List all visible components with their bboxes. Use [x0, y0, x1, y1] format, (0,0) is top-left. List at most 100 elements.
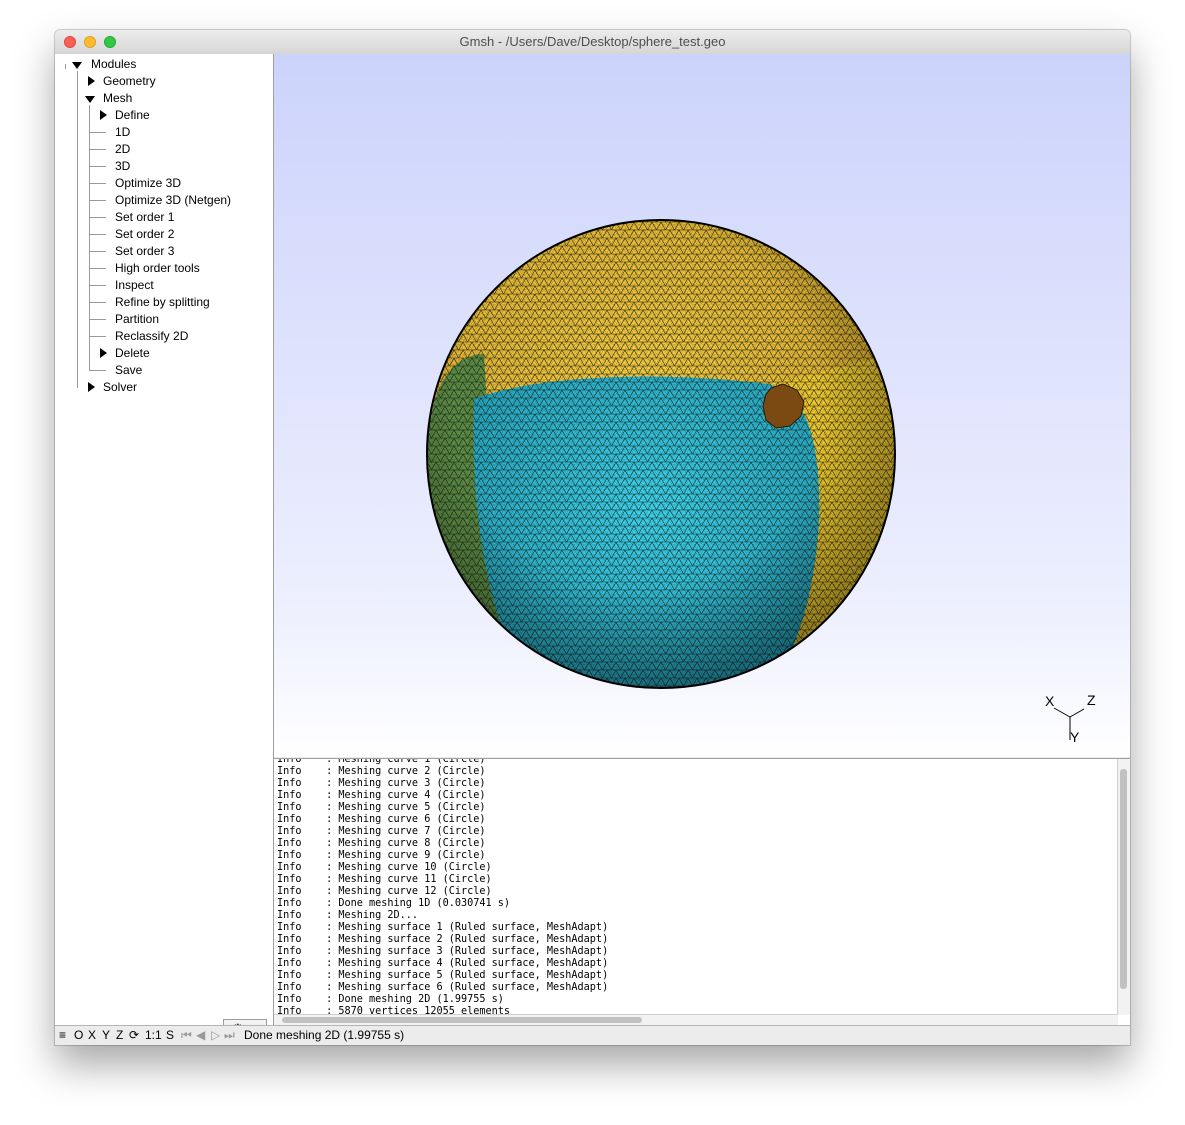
tree-line: [90, 268, 106, 269]
last-frame-icon[interactable]: ⏭: [224, 1026, 235, 1045]
view-y-button[interactable]: Y: [102, 1026, 110, 1045]
status-message: Done meshing 2D (1.99755 s): [244, 1028, 405, 1042]
tree-item-partition[interactable]: Partition: [55, 311, 265, 328]
tree-item-label: Refine by splitting: [115, 295, 210, 309]
axes-gizmo: X Z Y: [1045, 692, 1096, 745]
tree-item-define[interactable]: Define: [55, 107, 265, 124]
tree-item-label: 1D: [115, 125, 131, 139]
tree-item-solver[interactable]: Solver: [55, 379, 255, 396]
scroll-thumb[interactable]: [1120, 769, 1127, 989]
tree-item-optimize-3d-netgen[interactable]: Optimize 3D (Netgen): [55, 192, 265, 209]
sphere-mesh-render: X Z Y: [426, 219, 1096, 745]
console-line: Info : Meshing surface 3 (Ruled surface,…: [277, 946, 609, 957]
tree-line: [90, 200, 106, 201]
tree-item-geometry[interactable]: Geometry: [55, 73, 255, 90]
module-tree: Modules Geometry Mesh Define 1D 2D 3D Op…: [55, 54, 274, 1039]
message-console[interactable]: Info : Meshing curve 1 (Circle) Info : Me…: [274, 758, 1130, 1025]
tree-item-set-order-3[interactable]: Set order 3: [55, 243, 265, 260]
collapse-arrow-icon: [72, 62, 82, 69]
view-x-button[interactable]: X: [88, 1026, 96, 1045]
status-bar: ≡ O X Y Z ⟳ 1:1 S ⏮ ◀ ▷ ⏭ Done meshing 2…: [55, 1025, 1130, 1045]
graphics-viewport[interactable]: X Z Y: [274, 54, 1130, 757]
console-line: Info : Meshing curve 7 (Circle): [277, 826, 486, 837]
tree-item-reclassify-2d[interactable]: Reclassify 2D: [55, 328, 265, 345]
tree-item-set-order-2[interactable]: Set order 2: [55, 226, 265, 243]
tree-line: [90, 234, 106, 235]
prev-frame-icon[interactable]: ◀: [196, 1026, 205, 1045]
scale-1-1-button[interactable]: 1:1: [145, 1026, 162, 1045]
tree-item-label: Inspect: [115, 278, 154, 292]
tree-item-3d[interactable]: 3D: [55, 158, 265, 175]
console-line: Info : Meshing curve 11 (Circle): [277, 874, 492, 885]
console-line: Info : Meshing curve 8 (Circle): [277, 838, 486, 849]
minimize-window-button[interactable]: [84, 36, 96, 48]
tree-item-optimize-3d[interactable]: Optimize 3D: [55, 175, 265, 192]
console-line: Info : Done meshing 1D (0.030741 s): [277, 898, 511, 909]
expand-arrow-icon: [88, 76, 95, 86]
axis-label-y: Y: [1070, 729, 1080, 745]
tree-item-label: Geometry: [103, 74, 156, 88]
tree-item-1d[interactable]: 1D: [55, 124, 265, 141]
tree-line: [90, 149, 106, 150]
scroll-thumb[interactable]: [282, 1017, 642, 1023]
tree-item-save[interactable]: Save: [55, 362, 265, 379]
tree-line: [90, 132, 106, 133]
tree-item-set-order-1[interactable]: Set order 1: [55, 209, 265, 226]
view-z-button[interactable]: Z: [116, 1026, 123, 1045]
tree-item-label: Modules: [91, 57, 137, 71]
rotate-icon[interactable]: ⟳: [129, 1026, 139, 1045]
play-icon[interactable]: ▷: [211, 1026, 220, 1045]
gmsh-window: Gmsh - /Users/Dave/Desktop/sphere_test.g…: [55, 30, 1130, 1045]
tree-line: [90, 302, 106, 303]
tree-line: [90, 183, 106, 184]
first-frame-icon[interactable]: ⏮: [181, 1026, 192, 1045]
tree-item-high-order-tools[interactable]: High order tools: [55, 260, 265, 277]
tree-item-label: Reclassify 2D: [115, 329, 189, 343]
console-line: Info : Meshing curve 1 (Circle): [277, 758, 486, 765]
tree-item-modules[interactable]: Modules: [55, 56, 255, 73]
tree-item-label: Mesh: [103, 91, 133, 105]
tree-item-label: Optimize 3D: [115, 176, 182, 190]
console-vertical-scrollbar[interactable]: [1117, 759, 1130, 1015]
tree-item-refine-by-splitting[interactable]: Refine by splitting: [55, 294, 265, 311]
console-line: Info : Meshing curve 4 (Circle): [277, 790, 486, 801]
tree-item-label: Define: [115, 108, 150, 122]
menu-icon[interactable]: ≡: [59, 1026, 66, 1045]
tree-item-label: Delete: [115, 346, 150, 360]
console-line: Info : Meshing curve 5 (Circle): [277, 802, 486, 813]
tree-line: [90, 370, 106, 371]
title-bar: Gmsh - /Users/Dave/Desktop/sphere_test.g…: [55, 30, 1130, 55]
console-line: Info : Meshing surface 4 (Ruled surface,…: [277, 958, 609, 969]
tree-line: [90, 251, 106, 252]
console-line: Info : Meshing surface 5 (Ruled surface,…: [277, 970, 609, 981]
select-s-button[interactable]: S: [166, 1026, 174, 1045]
tree-line: [90, 319, 106, 320]
sphere-shading: [427, 220, 895, 688]
zoom-window-button[interactable]: [104, 36, 116, 48]
tree-item-label: Save: [115, 363, 143, 377]
console-line: Info : Meshing surface 2 (Ruled surface,…: [277, 934, 609, 945]
tree-item-label: Set order 3: [115, 244, 175, 258]
tree-item-mesh[interactable]: Mesh: [55, 90, 255, 107]
tree-item-label: Partition: [115, 312, 160, 326]
view-o-button[interactable]: O: [74, 1026, 83, 1045]
console-horizontal-scrollbar[interactable]: [274, 1014, 1118, 1025]
console-line: Info : Meshing surface 1 (Ruled surface,…: [277, 922, 609, 933]
console-line: Info : Meshing curve 2 (Circle): [277, 766, 486, 777]
console-line: Info : Meshing curve 6 (Circle): [277, 814, 486, 825]
tree-item-label: Set order 2: [115, 227, 175, 241]
expand-arrow-icon: [100, 348, 107, 358]
expand-arrow-icon: [88, 382, 95, 392]
tree-item-delete[interactable]: Delete: [55, 345, 265, 362]
tree-item-2d[interactable]: 2D: [55, 141, 265, 158]
tree-item-inspect[interactable]: Inspect: [55, 277, 265, 294]
close-window-button[interactable]: [64, 36, 76, 48]
console-line: Info : Meshing surface 6 (Ruled surface,…: [277, 982, 609, 993]
tree-item-label: Optimize 3D (Netgen): [115, 193, 232, 207]
axis-label-z: Z: [1087, 692, 1096, 708]
tree-line: [90, 166, 106, 167]
expand-arrow-icon: [100, 110, 107, 120]
tree-line: [90, 336, 106, 337]
axis-label-x: X: [1045, 693, 1055, 709]
console-line: Info : Meshing curve 3 (Circle): [277, 778, 486, 789]
